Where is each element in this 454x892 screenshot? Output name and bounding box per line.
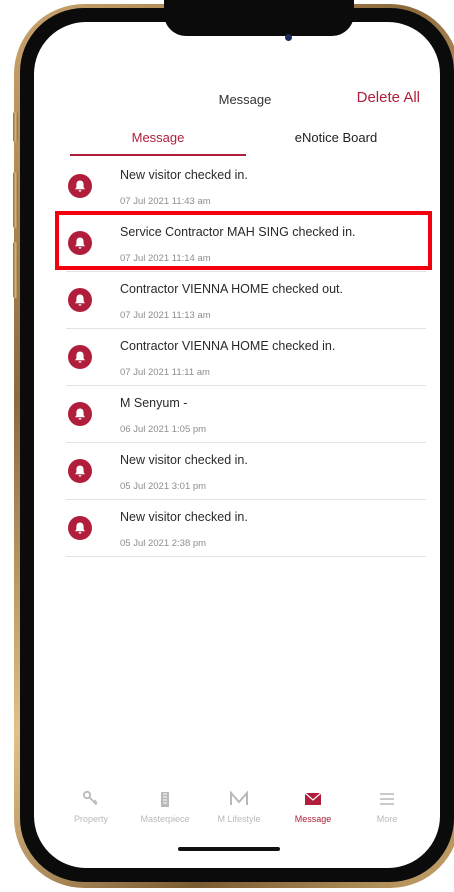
building-icon	[128, 788, 202, 810]
camera-icon	[285, 34, 292, 41]
nav-label: M Lifestyle	[217, 814, 261, 824]
home-indicator[interactable]	[178, 847, 280, 851]
nav-label: More	[376, 814, 398, 824]
message-time: 05 Jul 2021 3:01 pm	[120, 481, 207, 492]
list-item[interactable]: Contractor VIENNA HOME checked in. 07 Ju…	[66, 329, 426, 386]
nav-label: Masterpiece	[140, 814, 190, 824]
bell-icon	[68, 231, 92, 255]
message-title: Contractor VIENNA HOME checked in.	[120, 339, 336, 353]
message-time: 07 Jul 2021 11:11 am	[120, 367, 210, 378]
message-title: New visitor checked in.	[120, 453, 248, 467]
bell-icon	[68, 288, 92, 312]
message-title: New visitor checked in.	[120, 510, 248, 524]
bell-icon	[68, 516, 92, 540]
message-time: 07 Jul 2021 11:13 am	[120, 310, 211, 321]
tab-message[interactable]: Message	[70, 130, 246, 145]
nav-item-message[interactable]: Message	[276, 788, 350, 824]
key-icon	[54, 788, 128, 810]
nav-item-more[interactable]: More	[350, 788, 424, 824]
list-item[interactable]: Contractor VIENNA HOME checked out. 07 J…	[66, 272, 426, 329]
bottom-nav: Property Masterpiece M Lifestyle Message…	[54, 788, 424, 832]
delete-all-button[interactable]: Delete All	[357, 89, 420, 106]
message-title: M Senyum -	[120, 396, 188, 410]
envelope-icon	[276, 788, 350, 810]
list-item[interactable]: New visitor checked in. 05 Jul 2021 3:01…	[66, 443, 426, 500]
nav-item-property[interactable]: Property	[54, 788, 128, 824]
list-item[interactable]: New visitor checked in. 07 Jul 2021 11:4…	[66, 158, 426, 215]
bell-icon	[68, 459, 92, 483]
nav-label: Property	[73, 814, 108, 824]
bell-icon	[68, 402, 92, 426]
tab-enotice-board[interactable]: eNotice Board	[246, 130, 426, 145]
message-title: New visitor checked in.	[120, 168, 248, 182]
nav-label: Message	[294, 814, 332, 824]
bell-icon	[68, 174, 92, 198]
nav-item-m-lifestyle[interactable]: M Lifestyle	[202, 788, 276, 824]
message-time: 05 Jul 2021 2:38 pm	[120, 538, 207, 549]
side-button	[13, 112, 18, 142]
message-time: 06 Jul 2021 1:05 pm	[120, 424, 207, 435]
notch	[164, 0, 354, 36]
message-title: Service Contractor MAH SING checked in.	[120, 225, 356, 239]
message-time: 07 Jul 2021 11:43 am	[120, 196, 211, 207]
m-logo-icon	[202, 788, 276, 810]
side-button	[13, 172, 18, 228]
side-button	[13, 242, 18, 298]
list-item[interactable]: M Senyum - 06 Jul 2021 1:05 pm	[66, 386, 426, 443]
menu-icon	[350, 788, 424, 810]
list-item[interactable]: Service Contractor MAH SING checked in. …	[66, 215, 426, 272]
nav-item-masterpiece[interactable]: Masterpiece	[128, 788, 202, 824]
active-tab-indicator	[70, 154, 246, 156]
message-title: Contractor VIENNA HOME checked out.	[120, 282, 344, 296]
list-item[interactable]: New visitor checked in. 05 Jul 2021 2:38…	[66, 500, 426, 557]
bell-icon	[68, 345, 92, 369]
message-time: 07 Jul 2021 11:14 am	[120, 253, 211, 264]
